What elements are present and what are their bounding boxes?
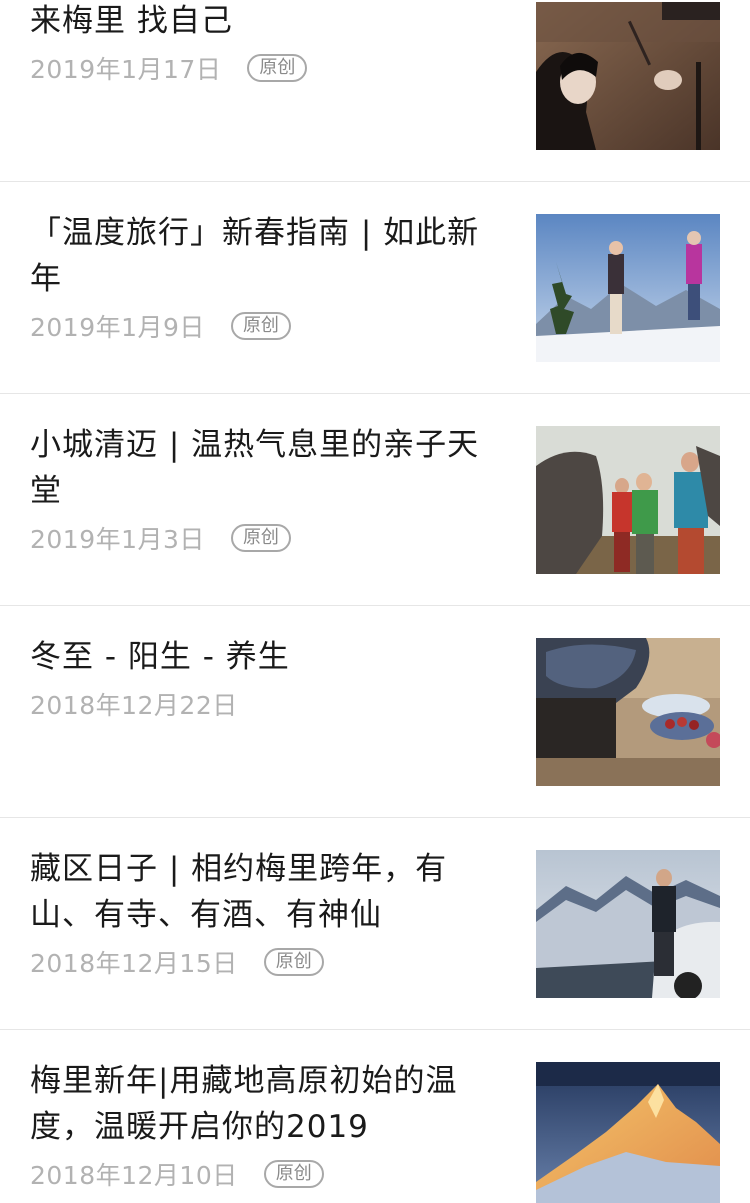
article-meta: 2018年12月15日 原创 bbox=[30, 946, 500, 978]
article-title[interactable]: 冬至 - 阳生 - 养生 bbox=[30, 634, 500, 680]
article-date: 2019年1月17日 bbox=[30, 55, 222, 84]
article-meta: 2019年1月17日 原创 bbox=[30, 52, 500, 84]
original-badge: 原创 bbox=[263, 1160, 324, 1188]
article-meta: 2018年12月22日 bbox=[30, 688, 500, 720]
article-date: 2018年12月15日 bbox=[30, 949, 238, 978]
article-text: 「温度旅行」新春指南 | 如此新年 2019年1月9日 原创 bbox=[30, 210, 500, 342]
article-meta: 2019年1月9日 原创 bbox=[30, 310, 500, 342]
article-thumbnail[interactable] bbox=[536, 638, 720, 786]
picnic-basket-photo-icon bbox=[536, 638, 720, 786]
golden-peak-photo-icon bbox=[536, 1062, 720, 1203]
article-item[interactable]: 「温度旅行」新春指南 | 如此新年 2019年1月9日 原创 bbox=[0, 182, 750, 394]
article-text: 梅里新年|用藏地高原初始的温度，温暖开启你的2019 2018年12月10日 原… bbox=[30, 1058, 500, 1190]
article-date: 2019年1月3日 bbox=[30, 525, 205, 554]
article-thumbnail[interactable] bbox=[536, 850, 720, 998]
article-text: 藏区日子 | 相约梅里跨年，有山、有寺、有酒、有神仙 2018年12月15日 原… bbox=[30, 846, 500, 978]
article-item[interactable]: 藏区日子 | 相约梅里跨年，有山、有寺、有酒、有神仙 2018年12月15日 原… bbox=[0, 818, 750, 1030]
article-list: 来梅里 找自己 2019年1月17日 原创 「温度旅行」新春指南 | 如此新年 … bbox=[0, 0, 750, 1203]
article-title[interactable]: 来梅里 找自己 bbox=[30, 0, 500, 44]
article-title[interactable]: 梅里新年|用藏地高原初始的温度，温暖开启你的2019 bbox=[30, 1058, 500, 1150]
article-item[interactable]: 梅里新年|用藏地高原初始的温度，温暖开启你的2019 2018年12月10日 原… bbox=[0, 1030, 750, 1203]
article-item[interactable]: 来梅里 找自己 2019年1月17日 原创 bbox=[0, 0, 750, 182]
article-meta: 2018年12月10日 原创 bbox=[30, 1158, 500, 1190]
article-title[interactable]: 小城清迈 | 温热气息里的亲子天堂 bbox=[30, 422, 500, 514]
original-badge: 原创 bbox=[230, 524, 291, 552]
article-date: 2019年1月9日 bbox=[30, 313, 205, 342]
article-item[interactable]: 冬至 - 阳生 - 养生 2018年12月22日 bbox=[0, 606, 750, 818]
article-title[interactable]: 「温度旅行」新春指南 | 如此新年 bbox=[30, 210, 500, 302]
article-thumbnail[interactable] bbox=[536, 1062, 720, 1203]
woman-sunlight-photo-icon bbox=[536, 2, 720, 150]
article-title[interactable]: 藏区日子 | 相约梅里跨年，有山、有寺、有酒、有神仙 bbox=[30, 846, 500, 938]
snow-mountain-jumping-photo-icon bbox=[536, 214, 720, 362]
article-date: 2018年12月22日 bbox=[30, 691, 238, 720]
article-meta: 2019年1月3日 原创 bbox=[30, 522, 500, 554]
original-badge: 原创 bbox=[263, 948, 324, 976]
article-thumbnail[interactable] bbox=[536, 2, 720, 150]
article-thumbnail[interactable] bbox=[536, 214, 720, 362]
article-date: 2018年12月10日 bbox=[30, 1161, 238, 1190]
original-badge: 原创 bbox=[247, 54, 308, 82]
article-item[interactable]: 小城清迈 | 温热气息里的亲子天堂 2019年1月3日 原创 bbox=[0, 394, 750, 606]
man-car-mountain-photo-icon bbox=[536, 850, 720, 998]
elephant-family-photo-icon bbox=[536, 426, 720, 574]
original-badge: 原创 bbox=[230, 312, 291, 340]
article-text: 冬至 - 阳生 - 养生 2018年12月22日 bbox=[30, 634, 500, 720]
article-text: 来梅里 找自己 2019年1月17日 原创 bbox=[30, 0, 500, 84]
article-text: 小城清迈 | 温热气息里的亲子天堂 2019年1月3日 原创 bbox=[30, 422, 500, 554]
article-thumbnail[interactable] bbox=[536, 426, 720, 574]
